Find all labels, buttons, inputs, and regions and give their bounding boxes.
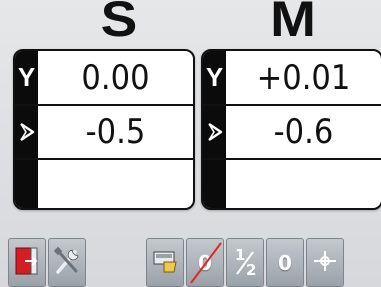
readout-value: -0.5	[85, 111, 146, 152]
toolbar-right: 0 1 2 0	[146, 238, 344, 287]
toolbar-left	[8, 238, 86, 287]
angle-icon	[203, 105, 226, 158]
zero-label: 0	[278, 250, 292, 275]
readout-value: +0.01	[256, 57, 351, 98]
zero-button[interactable]: 0	[266, 238, 304, 287]
disabled-slash-icon	[190, 242, 222, 284]
crosshair-button[interactable]	[306, 238, 344, 287]
column-title-s: S	[100, 0, 138, 47]
readout-row-angle[interactable]: -0.5	[15, 105, 193, 160]
readout-row-empty[interactable]	[15, 159, 193, 208]
zero-disabled-button[interactable]: 0	[186, 238, 224, 287]
readout-value: 0.00	[81, 57, 150, 98]
readout-row-angle[interactable]: -0.6	[203, 105, 381, 160]
crosshair-icon	[312, 248, 338, 278]
readout-card-s: Y 0.00 -0.5	[13, 49, 195, 210]
tools-button[interactable]	[48, 238, 86, 287]
readout-row-y[interactable]: Y 0.00	[15, 51, 193, 106]
half-icon: 1 2	[231, 246, 259, 280]
y-axis-icon: Y	[17, 62, 36, 92]
readout-value: -0.6	[273, 111, 334, 152]
readout-row-empty[interactable]	[203, 159, 381, 208]
exit-door-icon	[12, 244, 42, 282]
angle-icon	[15, 105, 38, 158]
column-title-m: M	[270, 0, 316, 47]
readout-value	[234, 159, 374, 208]
half-denominator: 2	[246, 260, 257, 279]
print-button[interactable]	[146, 238, 184, 287]
half-button[interactable]: 1 2	[226, 238, 264, 287]
y-axis-icon: Y	[205, 62, 224, 92]
exit-button[interactable]	[8, 238, 46, 287]
readout-row-y[interactable]: Y +0.01	[203, 51, 381, 106]
readout-value	[46, 159, 186, 208]
tools-icon	[51, 244, 83, 282]
readout-card-m: Y +0.01 -0.6	[201, 49, 381, 210]
print-icon	[150, 246, 180, 280]
